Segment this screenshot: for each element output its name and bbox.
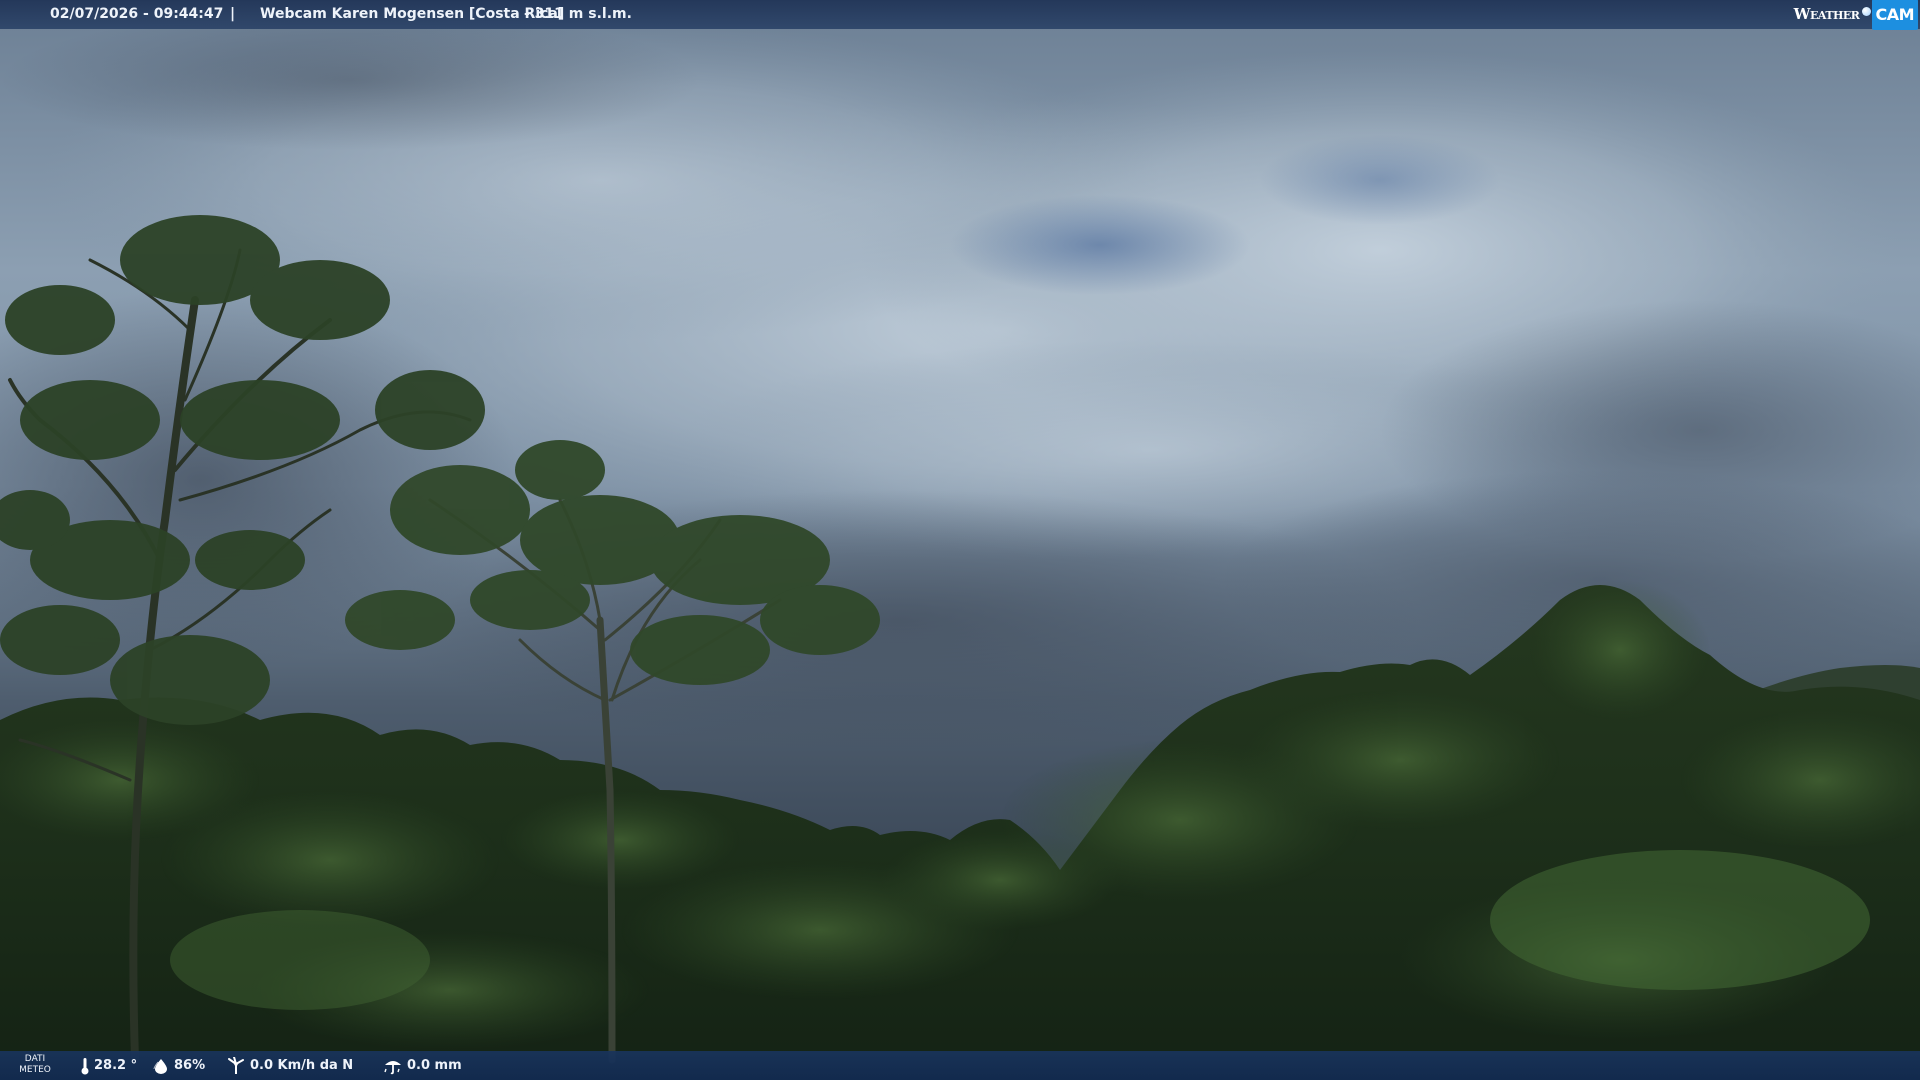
temperature-reading: 28.2 ° [80, 1051, 137, 1080]
weather-data-bar: DATI METEO 28.2 ° 86% 0.0 Km/h da N 0.0 … [0, 1051, 1920, 1080]
temperature-value: 28.2 ° [94, 1058, 138, 1073]
webcam-frame: 02/07/2026 - 09:44:47 | Webcam Karen Mog… [0, 0, 1920, 1080]
webcam-scene [0, 0, 1920, 1080]
rain-icon [384, 1060, 401, 1074]
weathercam-logo: Weather CAM [1793, 0, 1918, 30]
dati-label-line1: DATI [24, 1054, 46, 1064]
dati-label-line2: METEO [19, 1065, 51, 1075]
elevation: - 311 m s.l.m. [524, 6, 632, 22]
thermometer-icon [81, 1057, 89, 1074]
logo-weather-text: Weather [1793, 5, 1860, 23]
wind-reading: 0.0 Km/h da N [226, 1051, 353, 1080]
separator: | [230, 6, 236, 22]
logo-dot-icon [1862, 7, 1872, 16]
logo-cam-text: CAM [1872, 0, 1918, 30]
bright-foliage [1490, 850, 1870, 990]
dati-meteo-label: DATI METEO [18, 1054, 52, 1076]
humidity-value: 86% [174, 1058, 206, 1073]
rain-value: 0.0 mm [407, 1058, 462, 1073]
rain-reading: 0.0 mm [383, 1051, 462, 1080]
humidity-reading: 86% [152, 1051, 205, 1080]
top-info-bar: 02/07/2026 - 09:44:47 | Webcam Karen Mog… [0, 0, 1920, 30]
webcam-title: Webcam Karen Mogensen [Costa Rica] [260, 6, 565, 22]
humidity-drop-icon [153, 1058, 167, 1074]
wind-icon [228, 1056, 244, 1074]
wind-value: 0.0 Km/h da N [250, 1058, 354, 1073]
timestamp: 02/07/2026 - 09:44:47 [50, 6, 224, 22]
bright-foliage-left [170, 910, 430, 1010]
